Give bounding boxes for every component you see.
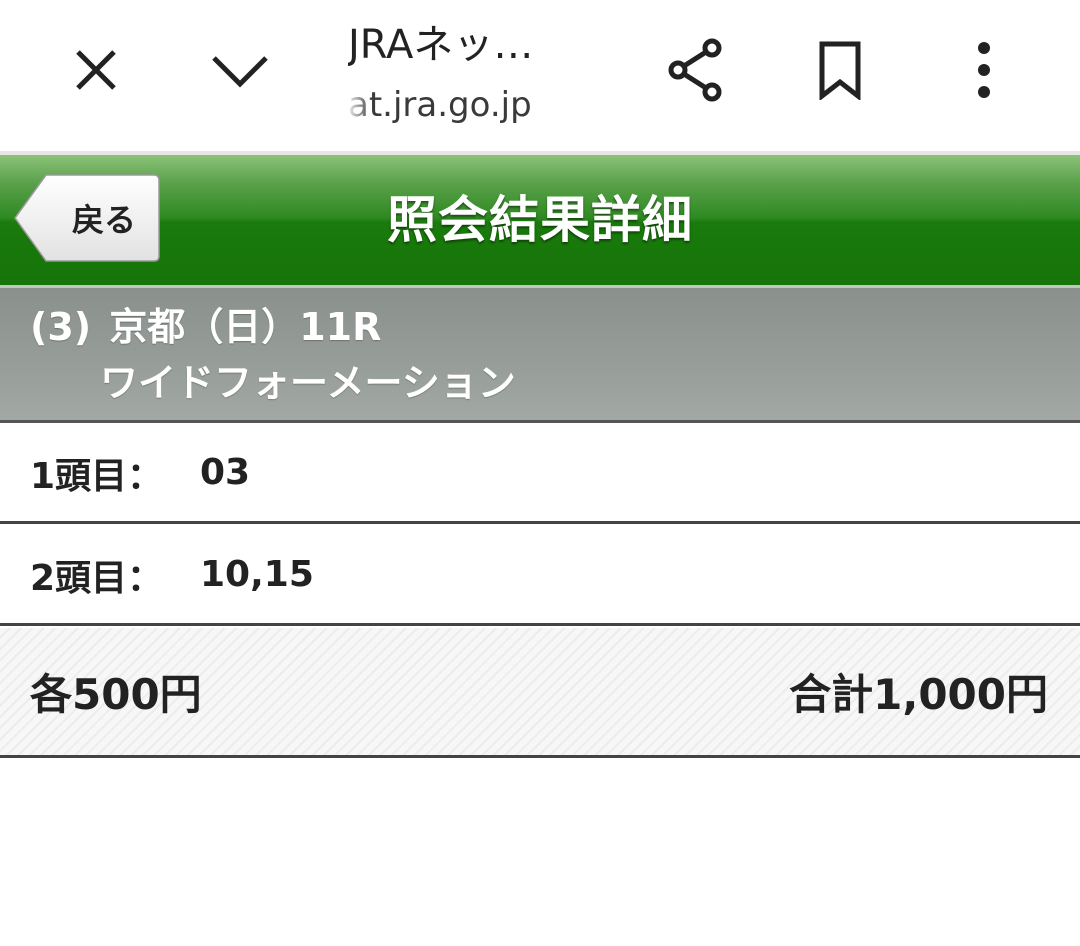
page-url[interactable]: at.jra.go.jp (348, 82, 598, 128)
bookmark-button[interactable] (804, 34, 876, 106)
selection-row: 2頭目： 10,15 (0, 526, 1080, 626)
totals-row: 各500円 合計1,000円 (0, 628, 1080, 758)
browser-toolbar: JRAネッ… at.jra.go.jp (0, 0, 1080, 152)
unit-price: 各500円 (30, 670, 202, 719)
selection-label: 1頭目： (30, 455, 164, 497)
race-venue-day: 京都（日）11R (109, 305, 382, 349)
share-icon (668, 38, 722, 102)
total-price: 合計1,000円 (789, 670, 1048, 719)
selection-value: 10,15 (200, 554, 314, 595)
close-button[interactable] (60, 34, 132, 106)
race-number: (3) (30, 305, 92, 349)
share-button[interactable] (660, 34, 732, 106)
header-title: 照会結果詳細 (387, 191, 693, 249)
back-button[interactable]: 戻る (14, 174, 160, 262)
chevron-down-icon (212, 56, 268, 88)
page-title: JRAネッ… (348, 22, 534, 68)
back-button-label: 戻る (71, 201, 136, 239)
bet-type: ワイドフォーメーション (100, 361, 516, 405)
selection-label: 2頭目： (30, 557, 164, 599)
more-options-button[interactable] (948, 34, 1020, 106)
close-icon (76, 50, 116, 90)
race-info: (3) 京都（日）11R ワイドフォーメーション (0, 285, 1080, 423)
page-header: 戻る 照会結果詳細 (0, 155, 1080, 285)
selection-value: 03 (200, 452, 251, 493)
bookmark-icon (819, 41, 861, 100)
race-line: (3) 京都（日）11R (30, 302, 381, 352)
collapse-button[interactable] (204, 34, 276, 106)
url-fade (346, 82, 372, 128)
more-vertical-icon (978, 42, 990, 98)
selection-row: 1頭目： 03 (0, 424, 1080, 524)
